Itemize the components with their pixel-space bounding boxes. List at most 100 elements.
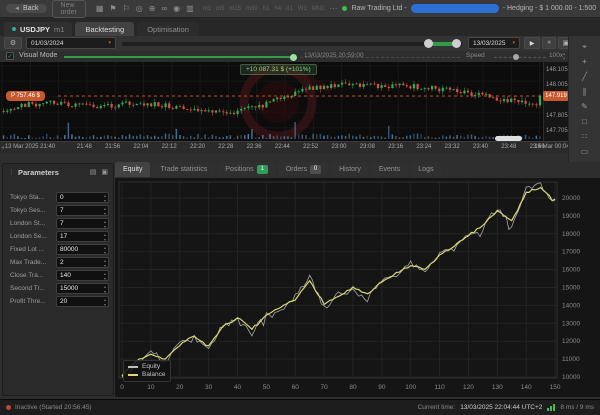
parameter-input[interactable]: 17▴▾: [56, 231, 109, 242]
parameter-stepper[interactable]: ▴▾: [104, 297, 106, 307]
speed-slider-handle[interactable]: [513, 54, 519, 60]
open-position-badge[interactable]: P 757.46 $: [6, 91, 45, 101]
pattern-tool-button[interactable]: ∷: [576, 130, 593, 143]
timeframe-h1[interactable]: h1: [263, 6, 270, 12]
parameter-label: London St...: [10, 220, 54, 227]
tab-optimisation[interactable]: Optimisation: [137, 22, 199, 36]
svg-text:60: 60: [292, 384, 300, 391]
robot-status-text: Inactive (Started 20:56:45): [15, 404, 92, 411]
globe-icon[interactable]: ⊕: [149, 0, 156, 18]
save-parameters-icon[interactable]: ▣: [101, 168, 108, 176]
svg-text:110: 110: [434, 384, 445, 391]
svg-text:150: 150: [550, 384, 561, 391]
parameter-stepper[interactable]: ▴▾: [104, 232, 106, 242]
visual-mode-row: ✓ Visual Mode 13/03/2025 20:59:00 Speed …: [0, 51, 568, 62]
date-range-slider-track[interactable]: [122, 42, 462, 46]
tab-label: History: [339, 166, 361, 173]
current-time-label: Current time:: [418, 404, 456, 411]
timeframe-h4[interactable]: h4: [274, 6, 281, 12]
shapes-tool-button[interactable]: □: [576, 115, 593, 128]
account-selector[interactable]: Raw Trading Ltd - - Hedging - $ 1 000.00…: [342, 4, 600, 13]
speed-stepper[interactable]: ▴ ▾: [563, 51, 565, 61]
parameters-panel: ⋮ Parameters ▤ ▣ Tokyo Sta...0▴▾Tokyo Se…: [2, 163, 114, 396]
parameter-stepper[interactable]: ▴▾: [104, 284, 106, 294]
equity-chart[interactable]: 0102030405060708090100110120130140150100…: [115, 178, 600, 397]
visual-mode-checkbox[interactable]: ✓: [6, 52, 14, 60]
time-axis-label: 23:40: [473, 144, 488, 150]
drag-grip-icon[interactable]: ⋮: [8, 168, 15, 176]
parameter-input[interactable]: 80000▴▾: [56, 244, 109, 255]
parameter-input[interactable]: 140▴▾: [56, 270, 109, 281]
timeframe-w1[interactable]: W1: [298, 6, 307, 12]
tab-history[interactable]: History: [331, 162, 369, 177]
price-chart[interactable]: +10 087.31 $ (+101%) P 757.46 $ 148.1051…: [0, 62, 568, 141]
crosshair-tool-button[interactable]: +: [576, 55, 593, 68]
parameter-stepper[interactable]: ▴▾: [104, 271, 106, 281]
monitor-icon[interactable]: ▤: [90, 168, 97, 176]
note-tool-button[interactable]: ▭: [576, 145, 593, 158]
backtest-settings-button[interactable]: ⚙: [4, 37, 22, 49]
pin-tool-button[interactable]: ⌖: [576, 40, 593, 53]
tab-orders[interactable]: Orders0: [278, 162, 329, 177]
axis-scroll-left-icon[interactable]: ◂: [1, 144, 4, 151]
flag-filled-icon[interactable]: ⚑: [109, 0, 116, 18]
tab-logs[interactable]: Logs: [410, 162, 441, 177]
legend-label: Balance: [142, 371, 166, 379]
pencil-tool-button[interactable]: ✎: [576, 100, 593, 113]
timeframe-mn1[interactable]: MN1: [312, 6, 325, 12]
tab-equity[interactable]: Equity: [115, 162, 150, 177]
parameter-stepper[interactable]: ▴▾: [104, 258, 106, 268]
stop-button[interactable]: ■: [542, 37, 556, 49]
parameter-input[interactable]: 15000▴▾: [56, 283, 109, 294]
symbol-period: m1: [54, 25, 64, 34]
overflow-menu-icon[interactable]: ⋯: [329, 4, 337, 13]
start-date-select[interactable]: 01/03/2024 ▾: [26, 37, 116, 49]
play-button[interactable]: ▶: [524, 37, 540, 49]
time-axis[interactable]: ◂ 13 Mar 2025 21:4021:4821:5622:0422:122…: [0, 141, 568, 153]
tab-usdjpy-m1[interactable]: USDJPY m1: [4, 22, 72, 36]
check-icon: ✓: [7, 54, 12, 60]
parameter-stepper[interactable]: ▴▾: [104, 245, 106, 255]
parameter-stepper[interactable]: ▴▾: [104, 219, 106, 229]
timeframe-m1[interactable]: m1: [203, 6, 211, 12]
timeframe-m30[interactable]: m30: [246, 6, 258, 12]
flag-icon[interactable]: ⚐: [123, 0, 130, 18]
link-icon[interactable]: ∞: [161, 0, 167, 18]
time-axis-label: 22:04: [133, 144, 148, 150]
playback-progress-handle[interactable]: [290, 54, 297, 61]
tab-label: Logs: [418, 166, 433, 173]
range-handle-right[interactable]: [452, 39, 461, 48]
target-icon[interactable]: ◎: [136, 0, 143, 18]
time-axis-label: 23:16: [388, 144, 403, 150]
timeframe-d1[interactable]: d1: [286, 6, 293, 12]
parameter-input[interactable]: 7▴▾: [56, 205, 109, 216]
range-handle-left[interactable]: [424, 39, 433, 48]
tab-events[interactable]: Events: [371, 162, 408, 177]
parameter-stepper[interactable]: ▴▾: [104, 193, 106, 203]
tab-backtesting[interactable]: Backtesting: [75, 22, 134, 36]
trendline-tool-button[interactable]: ╱: [576, 70, 593, 83]
new-order-button[interactable]: New order: [52, 0, 86, 18]
svg-text:17000: 17000: [562, 249, 580, 256]
parameter-input[interactable]: 2▴▾: [56, 257, 109, 268]
speed-slider-track[interactable]: [494, 57, 546, 58]
eye-icon[interactable]: ◉: [173, 0, 180, 18]
end-date-select[interactable]: 13/03/2025 ▾: [468, 37, 520, 49]
equity-legend: EquityBalance: [123, 360, 171, 382]
timeframe-m5[interactable]: m5: [216, 6, 224, 12]
grid-icon[interactable]: ▥: [186, 0, 194, 18]
parameter-stepper[interactable]: ▴▾: [104, 206, 106, 216]
parameter-input[interactable]: 0▴▾: [56, 192, 109, 203]
layout-icon[interactable]: ▦: [96, 0, 104, 18]
tab-trade-statistics[interactable]: Trade statistics: [152, 162, 215, 177]
tab-positions[interactable]: Positions1: [217, 162, 275, 177]
back-button[interactable]: ◄ Back: [6, 4, 47, 13]
price-axis[interactable]: 148.105148.005147.805147.705 147.919: [543, 62, 568, 141]
channel-tool-button[interactable]: ∥: [576, 85, 593, 98]
parameter-input[interactable]: 7▴▾: [56, 218, 109, 229]
parameter-input[interactable]: 20▴▾: [56, 296, 109, 307]
svg-text:20: 20: [176, 384, 184, 391]
tab-count-badge: 1: [257, 165, 268, 174]
timeframe-m15[interactable]: m15: [229, 6, 241, 12]
parameter-label: Tokyo Ses...: [10, 207, 54, 214]
